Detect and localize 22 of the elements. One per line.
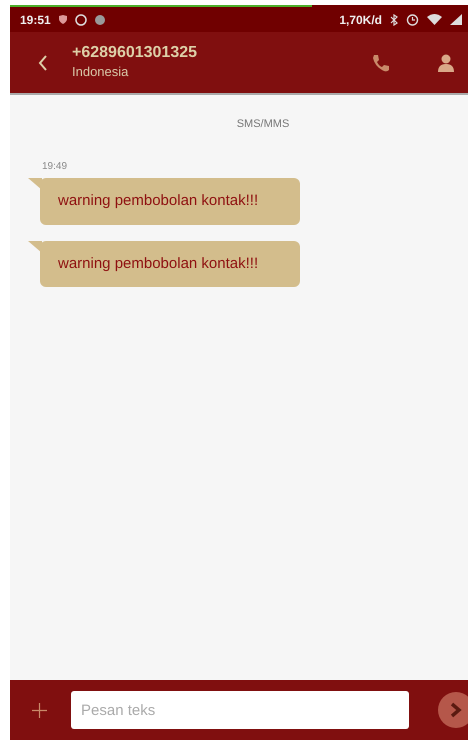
back-icon[interactable]	[38, 54, 48, 70]
wifi-icon	[427, 14, 442, 25]
bubble-tail-icon	[28, 240, 42, 252]
person-icon[interactable]	[438, 54, 454, 72]
phone-icon[interactable]	[372, 54, 390, 72]
alarm-icon	[406, 13, 419, 26]
signal-icon	[450, 14, 462, 25]
message-bubble: warning pembobolan kontak!!!	[40, 178, 300, 224]
network-speed: 1,70K/d	[339, 12, 382, 28]
bubble-tail-icon	[28, 178, 42, 190]
status-time: 19:51	[20, 12, 51, 28]
contact-number: +6289601301325	[72, 43, 198, 62]
message-time: 19:49	[42, 160, 68, 174]
bluetooth-icon	[390, 14, 398, 26]
message-bubble: warning pembobolan kontak!!!	[40, 240, 300, 287]
send-button[interactable]	[438, 692, 468, 728]
chevron-icon	[449, 702, 463, 718]
shield-icon	[58, 15, 67, 24]
contact-country: Indonesia	[72, 63, 130, 82]
channel-label: SMS/MMS	[236, 118, 290, 130]
add-icon[interactable]	[32, 702, 47, 718]
message-input[interactable]: Pesan teks	[71, 691, 409, 729]
